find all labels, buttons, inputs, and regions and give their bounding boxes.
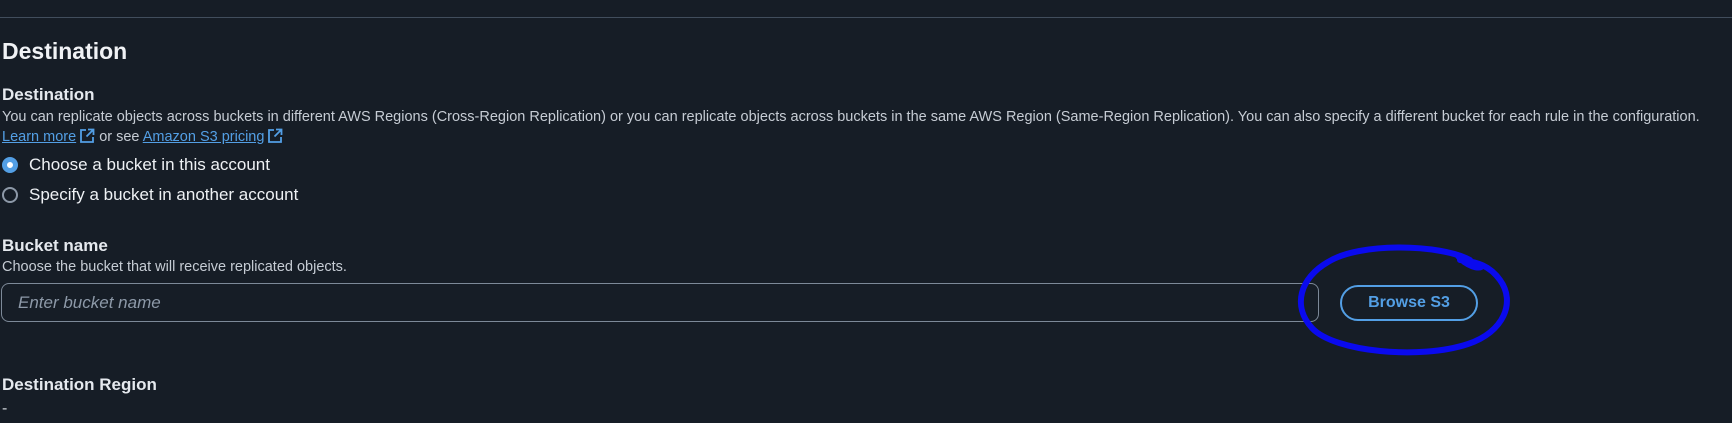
browse-s3-button[interactable]: Browse S3 [1340,285,1478,321]
destination-region-label: Destination Region [2,375,157,394]
destination-description-text: You can replicate objects across buckets… [2,109,1700,125]
radio-option-label: Choose a bucket in this account [29,155,270,174]
bucket-name-input[interactable] [1,283,1319,322]
external-link-icon [268,128,283,143]
section-divider [0,17,1732,18]
external-link-icon [80,128,95,143]
radio-option-label: Specify a bucket in another account [29,185,299,204]
or-see-text: or see [99,129,140,145]
destination-description: You can replicate objects across buckets… [2,107,1727,147]
radio-option-this-account[interactable]: Choose a bucket in this account [2,155,270,175]
learn-more-link-label: Learn more [2,129,77,145]
radio-button-checked[interactable] [2,157,18,173]
bucket-name-description: Choose the bucket that will receive repl… [2,259,347,275]
radio-option-another-account[interactable]: Specify a bucket in another account [2,185,298,205]
destination-region-value: - [2,400,8,417]
radio-button-unchecked[interactable] [2,187,18,203]
bucket-name-label: Bucket name [2,236,108,255]
destination-label: Destination [2,85,95,104]
section-title: Destination [2,38,128,64]
learn-more-link[interactable]: Learn more [2,128,95,145]
s3-pricing-link-label: Amazon S3 pricing [142,129,265,145]
s3-pricing-link[interactable]: Amazon S3 pricing [142,128,284,145]
